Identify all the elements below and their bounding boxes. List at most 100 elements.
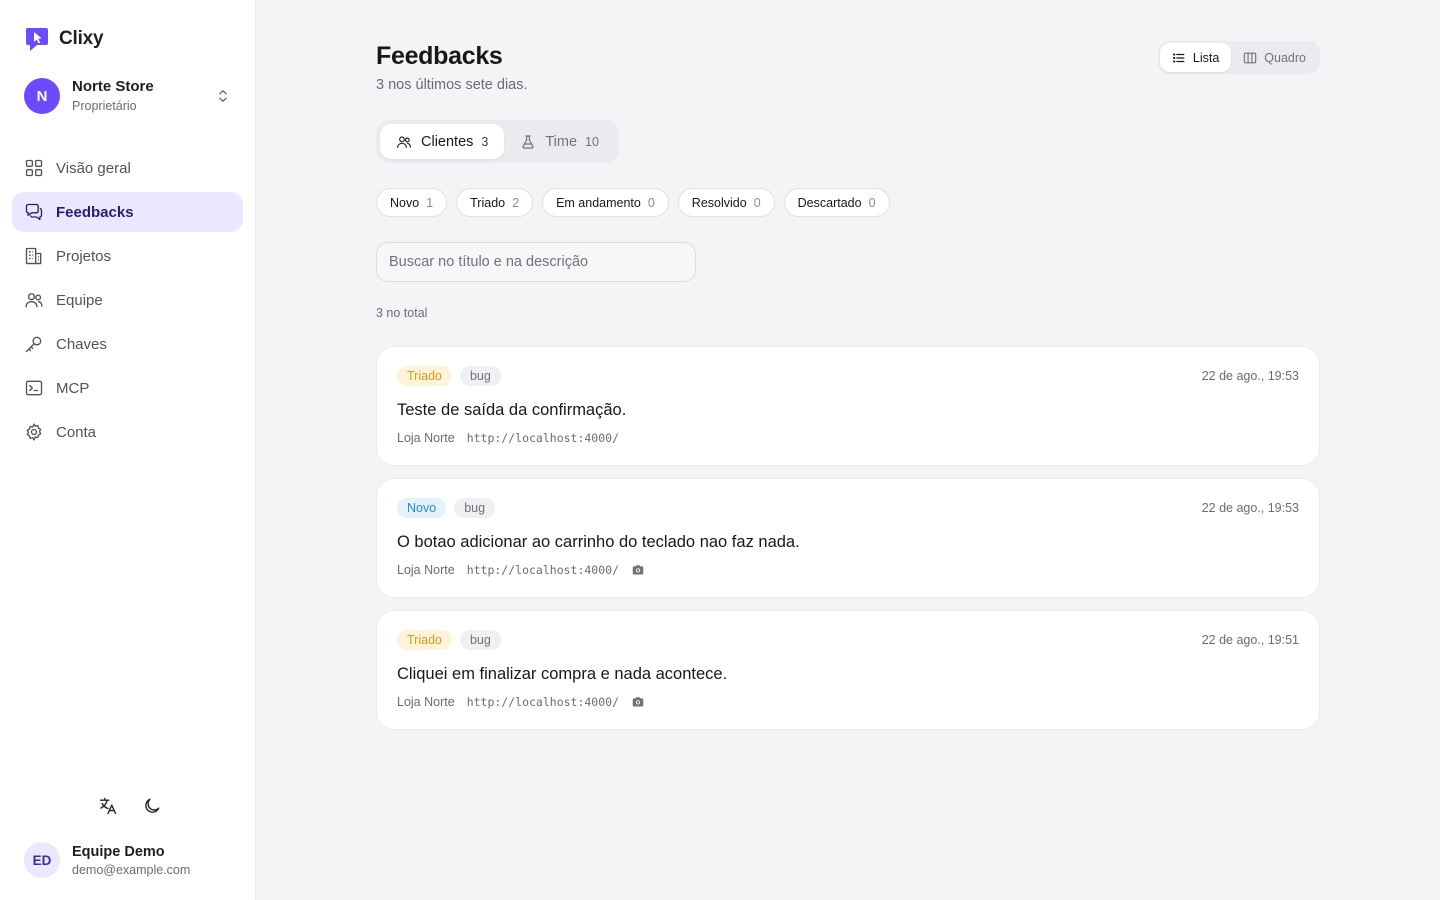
sidebar-item-label: Visão geral — [56, 159, 131, 177]
avatar: ED — [24, 842, 60, 878]
status-badge: Triado — [397, 366, 452, 386]
grid-icon — [25, 159, 43, 177]
tab-clientes[interactable]: Clientes 3 — [380, 124, 505, 159]
page-subtitle: 3 nos últimos sete dias. — [376, 77, 528, 93]
user-name: Equipe Demo — [72, 843, 165, 860]
brand[interactable]: Clixy — [24, 26, 104, 52]
users-icon — [25, 293, 43, 308]
clixy-logo-icon — [26, 28, 48, 51]
key-icon — [25, 336, 42, 353]
flask-icon — [522, 134, 534, 149]
feedback-date: 22 de ago., 19:51 — [1201, 633, 1299, 647]
tab-label: Time — [545, 133, 578, 150]
org-avatar: N — [24, 78, 60, 114]
filter-chip-novo[interactable]: Novo 1 — [376, 188, 448, 217]
view-board-button[interactable]: Quadro — [1231, 43, 1318, 72]
chat-bubbles-icon — [25, 203, 43, 221]
label-badge: bug — [459, 630, 501, 650]
language-button[interactable] — [96, 794, 120, 818]
users-icon — [397, 135, 411, 148]
view-toggle: Lista Quadro — [1157, 41, 1320, 74]
terminal-icon — [25, 380, 43, 396]
label-badge: bug — [459, 366, 501, 386]
sidebar-item-visao-geral[interactable]: Visão geral — [12, 148, 243, 188]
camera-icon — [632, 565, 644, 575]
tab-count: 3 — [481, 134, 489, 149]
filter-count: 0 — [868, 195, 876, 210]
filter-chip-resolvido[interactable]: Resolvido 0 — [677, 188, 775, 217]
feedback-date: 22 de ago., 19:53 — [1201, 501, 1299, 515]
total-count: 3 no total — [376, 306, 428, 320]
filter-count: 1 — [426, 195, 434, 210]
feedback-title: Teste de saída da confirmação. — [397, 401, 627, 419]
theme-toggle-button[interactable] — [140, 794, 164, 818]
user-email: demo@example.com — [72, 862, 191, 877]
translate-icon — [99, 797, 117, 815]
feedback-card[interactable]: Triado bug 22 de ago., 19:53 Teste de sa… — [376, 346, 1320, 466]
feedback-url: http://localhost:4000/ — [466, 695, 620, 709]
sidebar-item-conta[interactable]: Conta — [12, 412, 243, 452]
feedback-url: http://localhost:4000/ — [466, 563, 620, 577]
status-filters: Novo 1 Triado 2 Em andamento 0 Resolvido 0 D… — [376, 188, 890, 217]
sidebar-item-label: Equipe — [56, 291, 103, 309]
view-list-label: Lista — [1192, 50, 1220, 65]
preferences — [96, 794, 164, 818]
filter-label: Descartado — [797, 195, 862, 210]
feedback-title: Cliquei em finalizar compra e nada acont… — [397, 665, 728, 683]
feedback-list: Triado bug 22 de ago., 19:53 Teste de sa… — [376, 346, 1320, 742]
sidebar-item-mcp[interactable]: MCP — [12, 368, 243, 408]
view-list-button[interactable]: Lista — [1159, 43, 1232, 72]
tab-time[interactable]: Time 10 — [504, 124, 615, 159]
filter-count: 0 — [647, 195, 655, 210]
building-icon — [25, 247, 42, 265]
sidebar-item-chaves[interactable]: Chaves — [12, 324, 243, 364]
sidebar-item-label: Conta — [56, 423, 97, 441]
app-name: Clixy — [59, 28, 104, 49]
status-badge: Triado — [397, 630, 452, 650]
tab-count: 10 — [585, 134, 599, 149]
status-badge: Novo — [397, 498, 447, 518]
search-input[interactable] — [376, 242, 696, 282]
filter-label: Novo — [390, 195, 420, 210]
feedback-card[interactable]: Novo bug 22 de ago., 19:53 O botao adici… — [376, 478, 1320, 598]
filter-label: Resolvido — [691, 195, 747, 210]
feedback-store: Loja Norte — [397, 431, 455, 445]
moon-icon — [145, 798, 160, 813]
feedback-title: O botao adicionar ao carrinho do teclado… — [397, 533, 800, 551]
main-content: Feedbacks 3 nos últimos sete dias. Lista… — [376, 0, 1320, 900]
org-role: Proprietário — [72, 99, 137, 113]
filter-chip-descartado[interactable]: Descartado 0 — [783, 188, 890, 217]
list-icon — [1172, 52, 1185, 63]
sidebar: Clixy N Norte Store Proprietário Visão g… — [0, 0, 256, 900]
view-board-label: Quadro — [1264, 50, 1306, 65]
feedback-url: http://localhost:4000/ — [466, 431, 620, 445]
sidebar-item-label: Chaves — [56, 335, 107, 353]
filter-label: Em andamento — [556, 195, 641, 210]
sidebar-item-label: MCP — [56, 379, 90, 397]
organization-switcher[interactable]: N Norte Store Proprietário — [24, 78, 236, 114]
feedback-store: Loja Norte — [397, 695, 455, 709]
gear-icon — [26, 423, 42, 441]
sidebar-item-label: Projetos — [56, 247, 112, 265]
sidebar-item-feedbacks[interactable]: Feedbacks — [12, 192, 243, 232]
sidebar-nav: Visão geral Feedbacks Projetos Equipe Ch… — [12, 148, 243, 456]
audience-tabs: Clientes 3 Time 10 — [376, 120, 619, 163]
page-title: Feedbacks — [376, 42, 503, 70]
org-name: Norte Store — [72, 78, 154, 95]
columns-icon — [1244, 52, 1257, 63]
label-badge: bug — [454, 498, 496, 518]
filter-label: Triado — [470, 195, 506, 210]
camera-icon — [632, 697, 644, 707]
filter-chip-em-andamento[interactable]: Em andamento 0 — [542, 188, 669, 217]
feedback-card[interactable]: Triado bug 22 de ago., 19:51 Cliquei em … — [376, 610, 1320, 730]
chevron-up-down-icon — [219, 90, 227, 102]
sidebar-item-projetos[interactable]: Projetos — [12, 236, 243, 276]
filter-chip-triado[interactable]: Triado 2 — [456, 188, 534, 217]
filter-count: 2 — [512, 195, 520, 210]
sidebar-item-equipe[interactable]: Equipe — [12, 280, 243, 320]
feedback-store: Loja Norte — [397, 563, 455, 577]
feedback-date: 22 de ago., 19:53 — [1201, 369, 1299, 383]
user-menu[interactable]: ED Equipe Demo demo@example.com — [24, 842, 190, 878]
tab-label: Clientes — [421, 133, 474, 150]
filter-count: 0 — [753, 195, 761, 210]
